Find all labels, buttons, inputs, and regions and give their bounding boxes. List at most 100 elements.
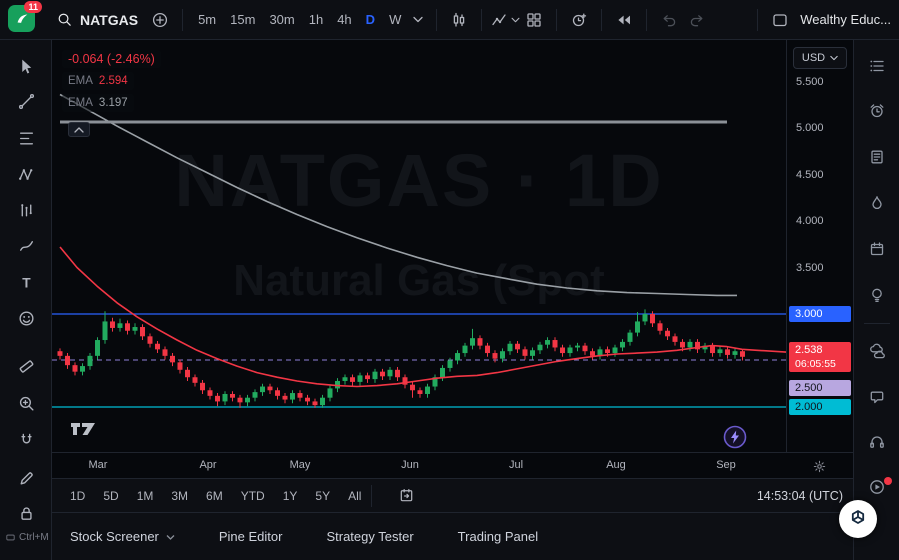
xabcd-pattern-icon: [17, 165, 36, 184]
timeframe-15m[interactable]: 15m: [223, 8, 262, 31]
range-ytd[interactable]: YTD: [239, 486, 267, 506]
calendar-icon: [868, 240, 886, 258]
time-axis-label-mar: Mar: [89, 459, 108, 471]
timeframe-d[interactable]: D: [359, 8, 382, 31]
time-axis-label-jun: Jun: [401, 459, 419, 471]
zoom-tool[interactable]: [10, 387, 42, 419]
price-axis[interactable]: USD 5.5005.0004.5004.0003.5003.0002.5380…: [786, 40, 853, 452]
measure-tool[interactable]: [10, 350, 42, 382]
tab-trading-panel[interactable]: Trading Panel: [458, 529, 538, 544]
bar-replay-button[interactable]: [610, 6, 638, 34]
emoji-tool[interactable]: [10, 302, 42, 334]
fib-retracement-tool[interactable]: [10, 122, 42, 154]
emoji-icon: [17, 309, 36, 328]
chart-pane[interactable]: NATGAS · 1D Natural Gas (Spot -0.064 (-2…: [52, 40, 786, 452]
price-badge-3.000: 3.000: [789, 306, 851, 322]
xabcd-pattern-tool[interactable]: [10, 158, 42, 190]
timeframe-w[interactable]: W: [382, 8, 408, 31]
candlestick-chart[interactable]: [52, 40, 786, 452]
magnet-tool[interactable]: [10, 424, 42, 456]
brush-tool[interactable]: [10, 230, 42, 262]
ruler-icon: [17, 357, 36, 376]
currency-select[interactable]: USD: [793, 47, 847, 69]
calendar-button[interactable]: [862, 234, 892, 264]
chat-bubble-icon: [868, 388, 886, 406]
range-all[interactable]: All: [346, 486, 363, 506]
projection-tool[interactable]: [10, 194, 42, 226]
account-name[interactable]: Wealthy Educ...: [800, 12, 891, 27]
chart-bubble-logo[interactable]: [723, 425, 747, 452]
edit-tool[interactable]: [10, 462, 42, 494]
range-3m[interactable]: 3M: [169, 486, 190, 506]
indicators-button[interactable]: [490, 6, 520, 34]
top-toolbar: 11 NATGAS 5m15m30m1h4hDW: [0, 0, 899, 40]
tradingview-logo[interactable]: [70, 422, 96, 441]
price-badge-2.500: 2.500: [789, 380, 851, 396]
symbol-search[interactable]: NATGAS: [48, 11, 146, 28]
range-6m[interactable]: 6M: [204, 486, 225, 506]
shortcut-text: Ctrl+M: [19, 532, 49, 543]
redo-button[interactable]: [683, 6, 711, 34]
range-toolbar: 1D 5D 1M 3M 6M YTD 1Y 5Y All 14:53:04 (UTC): [52, 478, 853, 512]
cursor-tool[interactable]: [10, 50, 42, 82]
timeframe-4h[interactable]: 4h: [330, 8, 358, 31]
assistant-button[interactable]: [839, 500, 877, 538]
chat-clouds-icon: [868, 343, 886, 361]
indicator-legend-ema-fast[interactable]: EMA 2.594: [62, 72, 134, 90]
price-tick: 5.500: [796, 75, 824, 89]
indicators-icon: [490, 11, 508, 29]
tab-strategy-tester[interactable]: Strategy Tester: [326, 529, 413, 544]
layout-grid-button[interactable]: [520, 6, 548, 34]
range-1d[interactable]: 1D: [68, 486, 87, 506]
ideas-button[interactable]: [862, 280, 892, 310]
hotlists-button[interactable]: [862, 188, 892, 218]
utc-clock[interactable]: 14:53:04 (UTC): [757, 489, 843, 503]
price-badge-2.538: 2.53806:05:55: [789, 342, 851, 372]
range-1y[interactable]: 1Y: [281, 486, 300, 506]
lock-drawings-tool[interactable]: [10, 497, 42, 529]
undo-button[interactable]: [655, 6, 683, 34]
projection-icon: [17, 201, 36, 220]
chart-legend: -0.064 (-2.46%) EMA 2.594 EMA 3.197: [62, 50, 161, 116]
chart-settings-gear[interactable]: [809, 456, 829, 476]
currency-label: USD: [802, 52, 825, 64]
text-tool[interactable]: T: [10, 266, 42, 298]
compare-add-button[interactable]: [146, 6, 174, 34]
range-5d[interactable]: 5D: [101, 486, 120, 506]
notification-badge: 11: [24, 1, 42, 13]
chart-style-button[interactable]: [445, 6, 473, 34]
alarm-clock-icon: [868, 102, 886, 120]
symbol-label: NATGAS: [80, 12, 138, 28]
watchlist-button[interactable]: [862, 51, 892, 81]
topbar-right-group: Wealthy Educ...: [749, 6, 891, 34]
indicator-legend-ema-slow[interactable]: EMA 3.197: [62, 94, 134, 112]
tab-pine-editor[interactable]: Pine Editor: [219, 529, 283, 544]
tab-stock-screener[interactable]: Stock Screener: [70, 529, 175, 544]
timeframe-30m[interactable]: 30m: [262, 8, 301, 31]
timeframe-1h[interactable]: 1h: [302, 8, 330, 31]
headset-icon: [868, 433, 886, 451]
create-alert-button[interactable]: [565, 6, 593, 34]
price-badge-2.000: 2.000: [789, 399, 851, 415]
time-axis[interactable]: MarAprMayJunJulAugSep: [52, 452, 853, 478]
account-logo[interactable]: 11: [8, 5, 38, 35]
range-5y[interactable]: 5Y: [313, 486, 332, 506]
save-layout-button[interactable]: [766, 6, 794, 34]
pane-collapse-button[interactable]: [68, 122, 90, 137]
range-1m[interactable]: 1M: [135, 486, 156, 506]
trend-line-tool[interactable]: [10, 85, 42, 117]
go-to-date-button[interactable]: [392, 482, 420, 510]
price-tick: 4.000: [796, 214, 824, 228]
public-chat-button[interactable]: [862, 337, 892, 367]
time-axis-label-may: May: [290, 459, 311, 471]
news-button[interactable]: [862, 142, 892, 172]
drawing-toolbar: T Ctrl+M: [0, 40, 52, 560]
timeframe-menu-button[interactable]: [408, 6, 428, 34]
bottom-panel-tabs: Stock Screener Pine Editor Strategy Tester…: [52, 512, 853, 560]
text-icon: T: [17, 273, 36, 292]
alerts-button[interactable]: [862, 96, 892, 126]
support-button[interactable]: [862, 427, 892, 457]
timeframe-5m[interactable]: 5m: [191, 8, 223, 31]
private-chat-button[interactable]: [862, 382, 892, 412]
tabs-group: Stock Screener Pine Editor Strategy Tester…: [70, 529, 538, 544]
